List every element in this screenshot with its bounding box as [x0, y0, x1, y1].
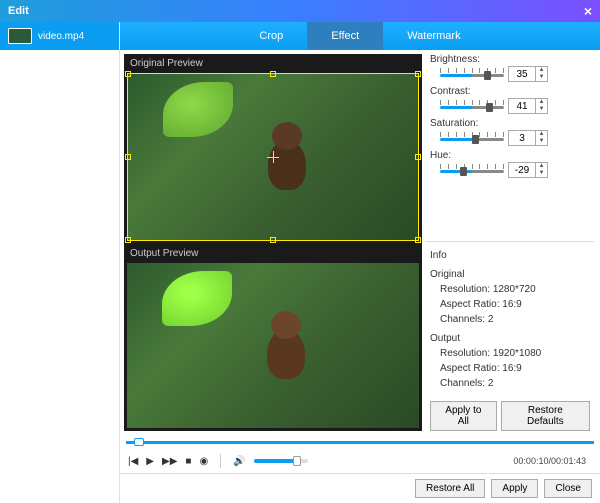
brightness-input[interactable]	[509, 67, 535, 81]
play-button[interactable]: ▶	[146, 456, 154, 467]
file-thumbnail	[8, 28, 32, 44]
info-output-label: Output	[430, 331, 590, 346]
saturation-label: Saturation:	[426, 118, 594, 129]
tab-watermark[interactable]: Watermark	[383, 22, 484, 50]
spin-down-icon[interactable]: ▼	[536, 170, 547, 177]
spin-up-icon[interactable]: ▲	[536, 99, 547, 106]
titlebar: Edit ×	[0, 0, 600, 22]
output-preview	[127, 263, 419, 429]
file-name: video.mp4	[38, 31, 84, 42]
original-preview[interactable]	[127, 73, 419, 241]
crop-handle[interactable]	[415, 71, 421, 77]
sidebar: video.mp4	[0, 22, 120, 503]
output-channels: 2	[488, 378, 494, 389]
volume-icon[interactable]: 🔊	[233, 456, 245, 467]
hue-label: Hue:	[426, 150, 594, 161]
crop-center-icon[interactable]	[267, 151, 279, 163]
info-heading: Info	[430, 248, 590, 263]
crop-handle[interactable]	[270, 71, 276, 77]
hue-spinner[interactable]: ▲▼	[508, 162, 548, 178]
contrast-slider[interactable]	[440, 100, 504, 112]
timeline[interactable]	[126, 437, 594, 447]
restore-defaults-button[interactable]: Restore Defaults	[501, 401, 590, 431]
file-list-item[interactable]: video.mp4	[0, 22, 119, 50]
apply-button[interactable]: Apply	[491, 479, 538, 498]
crop-handle[interactable]	[125, 154, 131, 160]
controls-column: Brightness: ▲▼ Contrast:	[426, 54, 594, 431]
hue-slider[interactable]	[440, 164, 504, 176]
snapshot-button[interactable]: ◉	[199, 456, 208, 467]
brightness-spinner[interactable]: ▲▼	[508, 66, 548, 82]
spin-down-icon[interactable]: ▼	[536, 106, 547, 113]
original-aspect: 16:9	[502, 299, 521, 310]
apply-to-all-button[interactable]: Apply to All	[430, 401, 497, 431]
spin-up-icon[interactable]: ▲	[536, 67, 547, 74]
next-button[interactable]: ▶▶	[162, 456, 177, 467]
window-title: Edit	[8, 5, 29, 17]
brightness-slider[interactable]	[440, 68, 504, 80]
contrast-input[interactable]	[509, 99, 535, 113]
spin-down-icon[interactable]: ▼	[536, 138, 547, 145]
tab-crop[interactable]: Crop	[235, 22, 307, 50]
volume-slider[interactable]	[254, 459, 308, 463]
prev-button[interactable]: |◀	[128, 456, 138, 467]
preview-column: Original Preview Output Preview	[124, 54, 422, 431]
restore-all-button[interactable]: Restore All	[415, 479, 485, 498]
output-aspect: 16:9	[502, 363, 521, 374]
contrast-label: Contrast:	[426, 86, 594, 97]
contrast-spinner[interactable]: ▲▼	[508, 98, 548, 114]
timeline-thumb[interactable]	[134, 438, 144, 446]
hue-input[interactable]	[509, 163, 535, 177]
close-button[interactable]: Close	[544, 479, 592, 498]
original-resolution: 1280*720	[493, 284, 536, 295]
crop-handle[interactable]	[270, 237, 276, 243]
playbar: |◀ ▶ ▶▶ ■ ◉ 🔊 00:00:10/00:01:43	[120, 449, 600, 473]
time-display: 00:00:10/00:01:43	[513, 456, 586, 466]
crop-handle[interactable]	[125, 71, 131, 77]
output-resolution: 1920*1080	[493, 348, 541, 359]
spin-up-icon[interactable]: ▲	[536, 163, 547, 170]
saturation-spinner[interactable]: ▲▼	[508, 130, 548, 146]
info-block: Info Original Resolution: 1280*720 Aspec…	[426, 241, 594, 397]
output-preview-label: Output Preview	[124, 244, 422, 263]
spin-down-icon[interactable]: ▼	[536, 74, 547, 81]
footer: Restore All Apply Close	[120, 473, 600, 503]
spin-up-icon[interactable]: ▲	[536, 131, 547, 138]
info-original-label: Original	[430, 267, 590, 282]
close-icon[interactable]: ×	[584, 3, 592, 19]
saturation-slider[interactable]	[440, 132, 504, 144]
tab-effect[interactable]: Effect	[307, 22, 383, 50]
crop-handle[interactable]	[125, 237, 131, 243]
crop-handle[interactable]	[415, 154, 421, 160]
saturation-input[interactable]	[509, 131, 535, 145]
crop-handle[interactable]	[415, 237, 421, 243]
stop-button[interactable]: ■	[185, 456, 191, 467]
original-channels: 2	[488, 314, 494, 325]
tabs: Crop Effect Watermark	[120, 22, 600, 50]
brightness-label: Brightness:	[426, 54, 594, 65]
